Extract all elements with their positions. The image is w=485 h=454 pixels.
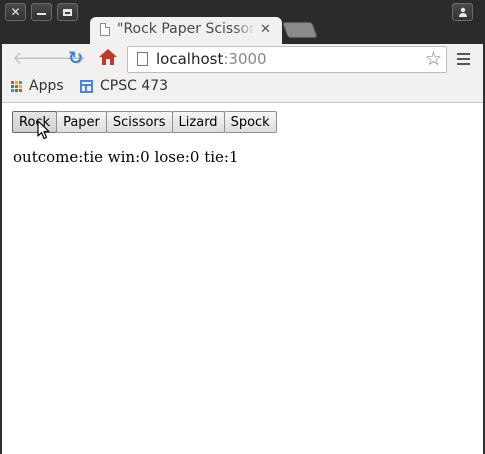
menu-icon[interactable] — [457, 53, 470, 68]
window-close-button[interactable]: ✕ — [5, 3, 26, 21]
scissors-button[interactable]: Scissors — [105, 111, 173, 133]
browser-window: ✕ "Rock Paper Scissors ✕ 🡐 🡒 ↻ localhost… — [0, 0, 485, 454]
spock-button[interactable]: Spock — [223, 111, 277, 133]
user-icon — [458, 7, 467, 17]
apps-grid-dot — [15, 88, 18, 92]
new-tab-button[interactable] — [282, 22, 318, 38]
bookmark-label: CPSC 473 — [100, 78, 169, 94]
apps-grid-dot — [11, 88, 14, 92]
title-bar: ✕ "Rock Paper Scissors ✕ — [0, 0, 485, 44]
apps-grid-dot — [19, 80, 22, 84]
apps-grid-dot — [11, 84, 14, 88]
bookmark-apps[interactable]: Apps — [11, 78, 64, 94]
mouse-cursor-icon — [37, 120, 50, 140]
url-text: localhost:3000 — [156, 50, 267, 68]
apps-grid-dot — [11, 80, 14, 84]
page-info-icon — [137, 52, 148, 66]
apps-grid-dot — [15, 84, 18, 88]
tab-title: "Rock Paper Scissors — [117, 21, 255, 37]
page-icon — [100, 23, 110, 36]
window-maximize-button[interactable] — [57, 3, 78, 21]
user-profile-button[interactable] — [452, 3, 473, 21]
address-bar[interactable]: localhost:3000 ☆ — [127, 46, 447, 73]
apps-grid-dot — [15, 80, 18, 84]
apps-grid-icon — [11, 80, 22, 92]
browser-tab-active[interactable]: "Rock Paper Scissors ✕ — [90, 17, 282, 44]
bookmark-cpsc-473[interactable]: CPSC 473 — [80, 78, 168, 94]
choice-button-row: Rock Paper Scissors Lizard Spock — [12, 111, 277, 133]
paper-button[interactable]: Paper — [56, 111, 107, 133]
lizard-button[interactable]: Lizard — [171, 111, 225, 133]
url-host: localhost — [156, 50, 224, 68]
page-content: Rock Paper Scissors Lizard Spock outcome… — [2, 103, 483, 454]
apps-grid-dot — [19, 84, 22, 88]
minimize-icon — [37, 13, 46, 15]
outcome-text: outcome:tie win:0 lose:0 tie:1 — [13, 148, 239, 166]
reload-icon[interactable]: ↻ — [68, 49, 83, 69]
tab-close-icon[interactable]: ✕ — [260, 22, 271, 37]
browser-toolbar: 🡐 🡒 ↻ localhost:3000 ☆ — [2, 44, 483, 75]
bookmark-page-icon — [80, 79, 93, 93]
bookmarks-bar: Apps CPSC 473 — [2, 75, 483, 103]
home-icon[interactable] — [98, 48, 118, 66]
bookmark-label: Apps — [29, 78, 64, 94]
url-port: :3000 — [223, 50, 267, 68]
maximize-icon — [63, 8, 72, 16]
apps-grid-dot — [19, 88, 22, 92]
window-minimize-button[interactable] — [31, 3, 52, 21]
close-icon: ✕ — [10, 5, 21, 19]
bookmark-star-icon[interactable]: ☆ — [425, 48, 442, 70]
